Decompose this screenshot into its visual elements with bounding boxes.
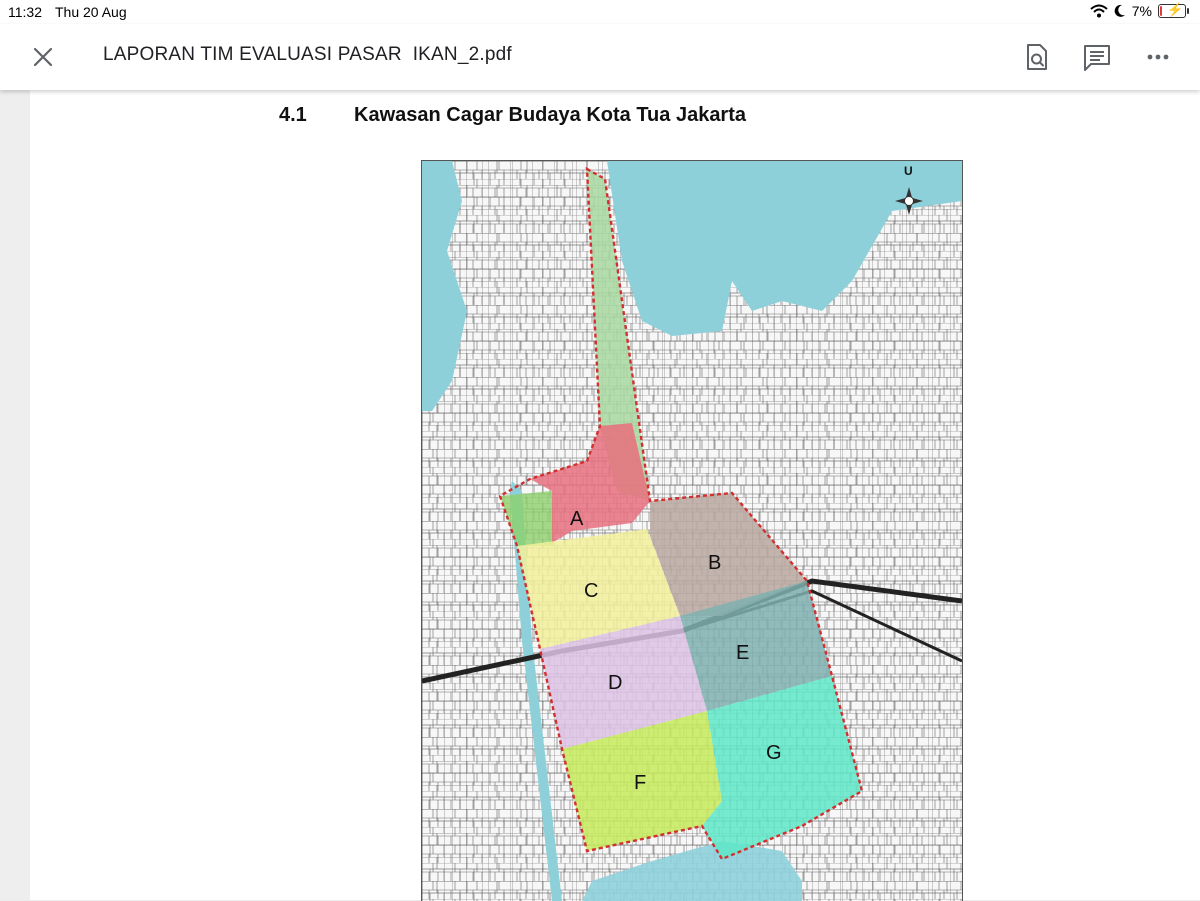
viewer-margin	[0, 90, 30, 900]
close-icon[interactable]	[26, 40, 60, 74]
battery-icon: ⚡	[1158, 2, 1189, 18]
more-options-icon[interactable]	[1141, 40, 1175, 74]
status-time: 11:32	[8, 4, 42, 20]
status-date: Thu 20 Aug	[55, 4, 127, 20]
zone-label: E	[736, 642, 749, 664]
app-bar: LAPORAN TIM EVALUASI PASAR IKAN_2.pdf	[0, 24, 1200, 90]
zone-label: D	[608, 672, 622, 694]
status-bar: 11:32 Thu 20 Aug 7% ⚡	[0, 0, 1200, 24]
section-number: 4.1	[279, 104, 307, 126]
status-indicators: 7% ⚡	[1090, 2, 1189, 19]
section-title: Kawasan Cagar Budaya Kota Tua Jakarta	[354, 104, 747, 126]
map-svg: A B C D E F G U	[422, 161, 962, 901]
battery-percent: 7%	[1131, 3, 1152, 19]
zone-label: G	[766, 742, 782, 764]
zone-label: F	[634, 772, 646, 794]
wifi-icon	[1090, 4, 1108, 18]
zone-label: A	[570, 508, 584, 530]
search-document-icon[interactable]	[1019, 40, 1053, 74]
battery-fill	[1160, 6, 1162, 16]
document-title: LAPORAN TIM EVALUASI PASAR IKAN_2.pdf	[103, 44, 512, 65]
zone-label: C	[584, 580, 598, 602]
north-label: U	[904, 164, 913, 178]
document-page[interactable]: 4.1 Kawasan Cagar Budaya Kota Tua Jakart…	[30, 90, 1200, 901]
zone-label: B	[708, 552, 721, 574]
comment-icon[interactable]	[1080, 40, 1114, 74]
charging-icon: ⚡	[1167, 2, 1184, 17]
zone-map: A B C D E F G U	[421, 160, 963, 901]
moon-icon	[1114, 4, 1125, 17]
